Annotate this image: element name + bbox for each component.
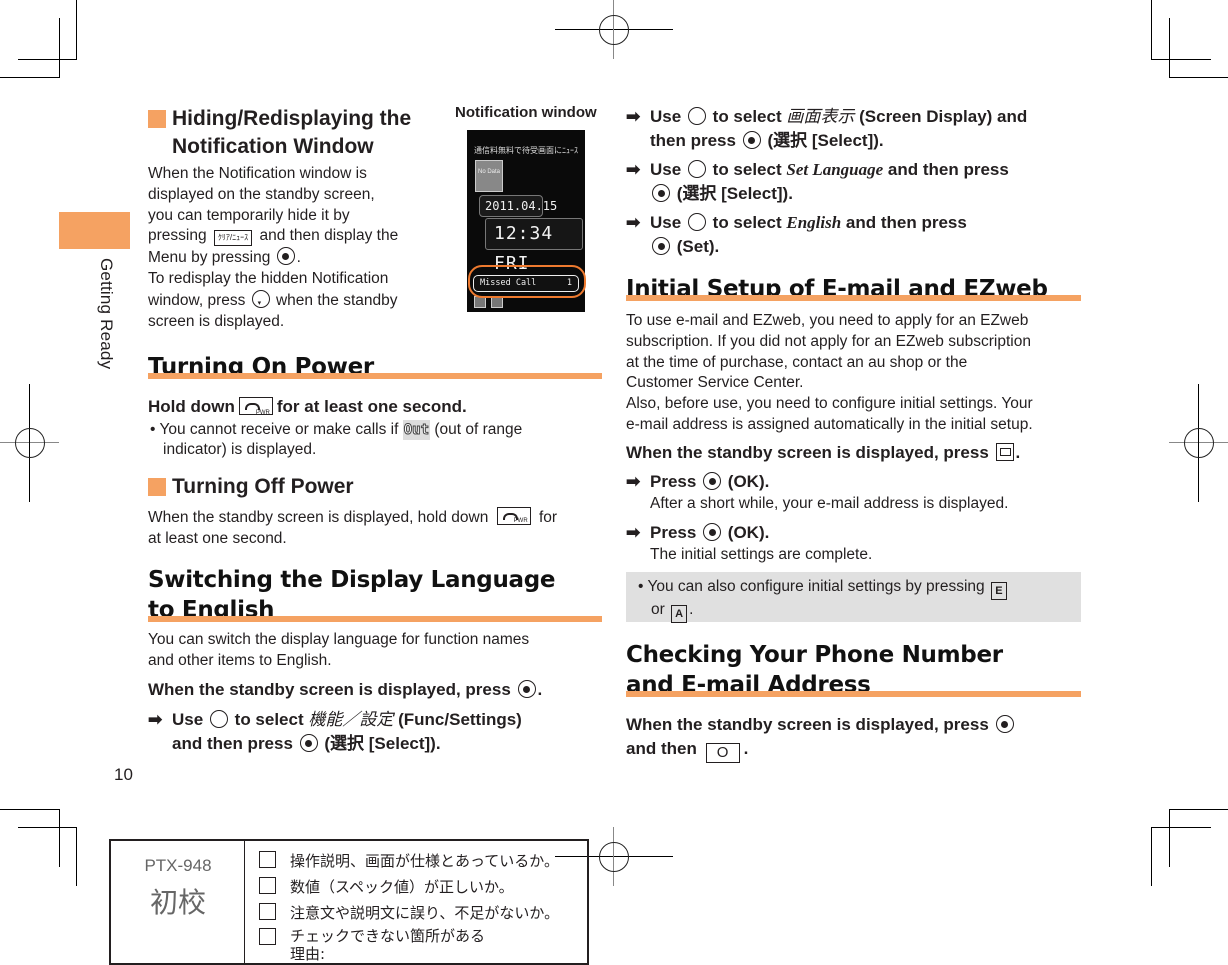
ez-key-icon: E — [990, 582, 1007, 600]
hiding-subheading: Hiding/Redisplaying the Notification Win… — [148, 105, 448, 161]
language-step-2: ➡ Use to select 画面表示 (Screen Display) an… — [626, 107, 1028, 150]
email-step-1-note: After a short while, your e-mail address… — [650, 495, 1009, 512]
email-step-2: ➡ Press (OK). — [626, 521, 1086, 545]
figure-caption: Notification window — [455, 104, 597, 121]
square-bullet-icon — [148, 478, 166, 496]
out-of-range-icon: Out — [402, 420, 431, 440]
center-key-icon — [517, 680, 536, 698]
heading-underline — [148, 616, 602, 622]
tip-text: • You can also configure initial setting… — [638, 577, 1078, 623]
center-key-icon — [652, 184, 670, 202]
page-number: 10 — [114, 765, 133, 784]
checklist-item[interactable]: 数値（スペック値）が正しいか。 — [259, 876, 514, 897]
center-key-icon — [703, 472, 722, 490]
checkbox[interactable] — [259, 851, 276, 868]
proof-checklist-box: PTX-948 初校 操作説明、画面が仕様とあっているか。 数値（スペック値）が… — [109, 839, 589, 965]
power-key-icon — [496, 507, 531, 532]
center-key-icon — [742, 131, 761, 149]
email-step-2-note: The initial settings are complete. — [650, 546, 873, 563]
checklist-item[interactable]: 操作説明、画面が仕様とあっているか。 — [259, 850, 559, 871]
heading-underline — [148, 373, 602, 379]
hiding-paragraph: When the Notification window is displaye… — [148, 165, 399, 330]
nav-down-key-icon: ▾ — [251, 289, 270, 308]
email-step-1: ➡ Press (OK). — [626, 470, 1086, 494]
square-bullet-icon — [148, 110, 166, 128]
checkbox[interactable] — [259, 928, 276, 945]
language-step-4: ➡ Use to select English and then press (… — [626, 213, 967, 256]
mail-key-icon — [995, 443, 1014, 461]
checkbox[interactable] — [259, 903, 276, 920]
center-key-icon — [995, 715, 1014, 733]
arrow-right-icon: ➡ — [626, 523, 641, 542]
email-instruction: When the standby screen is displayed, pr… — [626, 443, 1021, 462]
language-instruction: When the standby screen is displayed, pr… — [148, 680, 543, 699]
email-setup-paragraph: To use e-mail and EZweb, you need to app… — [626, 312, 1033, 433]
arrow-right-icon: ➡ — [626, 160, 641, 179]
clock-time: 12:34 FRI — [485, 218, 583, 274]
checklist-item[interactable]: 注意文や説明文に誤り、不足がないか。 — [259, 902, 559, 923]
zero-key-icon: O — [705, 743, 740, 763]
nav-4way-key-icon — [209, 710, 228, 728]
proof-info: PTX-948 初校 — [111, 841, 245, 963]
check-number-instruction: When the standby screen is displayed, pr… — [626, 713, 1086, 763]
power-on-instruction: Hold downfor at least one second. — [148, 395, 467, 425]
proof-stage: 初校 — [149, 886, 206, 919]
center-key-icon — [276, 247, 295, 266]
language-step-1: ➡ Use to select 機能／設定 (Func/Settings) an… — [148, 710, 522, 753]
nav-updown-key-icon — [687, 160, 706, 178]
language-step-3: ➡ Use to select Set Language and then pr… — [626, 160, 1009, 203]
power-off-subheading: Turning Off Power — [148, 473, 354, 501]
power-on-note: • You cannot receive or make calls if Ou… — [150, 420, 523, 458]
power-key-icon — [238, 397, 273, 425]
checkbox[interactable] — [259, 877, 276, 894]
heading-underline — [626, 295, 1081, 301]
highlight-circle — [468, 265, 586, 298]
center-key-icon — [703, 523, 722, 541]
language-paragraph: You can switch the display language for … — [148, 631, 530, 669]
center-key-icon — [652, 237, 670, 255]
heading-underline — [626, 691, 1081, 697]
section-tab-marker — [59, 212, 130, 249]
checklist-item[interactable]: チェックできない箇所がある 理由: — [259, 927, 485, 963]
reason-label: 理由: — [290, 945, 326, 963]
no-data-widget: No Data — [475, 160, 503, 192]
arrow-right-icon: ➡ — [148, 710, 163, 729]
arrow-right-icon: ➡ — [626, 472, 641, 491]
arrow-right-icon: ➡ — [626, 107, 641, 126]
news-ticker: 通信料無料で待受画面にﾆｭｰｽ — [474, 146, 578, 155]
power-off-paragraph: When the standby screen is displayed, ho… — [148, 507, 603, 550]
app-key-icon: A — [671, 605, 688, 623]
nav-updown-key-icon — [687, 213, 706, 231]
nav-updown-key-icon — [687, 107, 706, 125]
clear-news-key-icon: ｸﾘｱ/ﾆｭｰｽ — [213, 230, 253, 247]
center-key-icon — [299, 734, 318, 752]
section-tab-label: Getting Ready — [97, 258, 116, 370]
model-code: PTX-948 — [144, 856, 212, 875]
clock-date: 2011.04.15 — [479, 195, 557, 217]
arrow-right-icon: ➡ — [626, 213, 641, 232]
